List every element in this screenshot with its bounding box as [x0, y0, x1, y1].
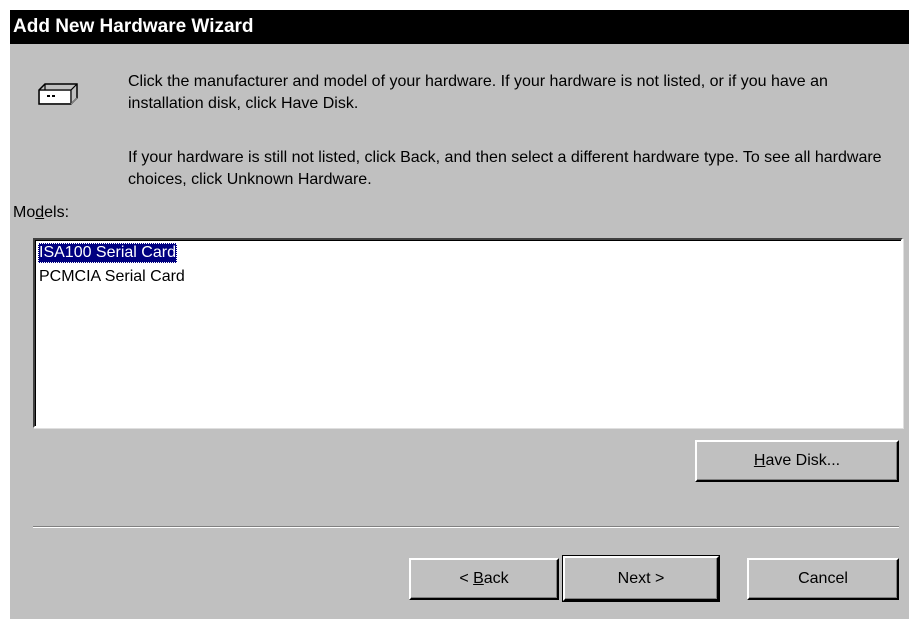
models-listbox[interactable]: ISA100 Serial Card PCMCIA Serial Card — [33, 238, 903, 428]
cancel-button[interactable]: Cancel — [747, 558, 899, 600]
instruction-text-1: Click the manufacturer and model of your… — [128, 73, 828, 112]
window-title: Add New Hardware Wizard — [13, 16, 254, 37]
list-item[interactable]: PCMCIA Serial Card — [38, 267, 186, 287]
hardware-card-icon — [38, 83, 78, 105]
next-button[interactable]: Next > — [562, 555, 720, 602]
list-item[interactable]: ISA100 Serial Card — [38, 243, 177, 263]
have-disk-button[interactable]: Have Disk... — [695, 440, 899, 482]
separator — [33, 526, 899, 528]
instruction-text-2: If your hardware is still not listed, cl… — [128, 149, 882, 188]
wizard-window: Add New Hardware Wizard Click the manufa… — [10, 10, 909, 619]
title-bar[interactable]: Add New Hardware Wizard — [10, 10, 909, 44]
back-button[interactable]: < Back — [409, 558, 559, 600]
models-label: Models: — [13, 204, 70, 221]
